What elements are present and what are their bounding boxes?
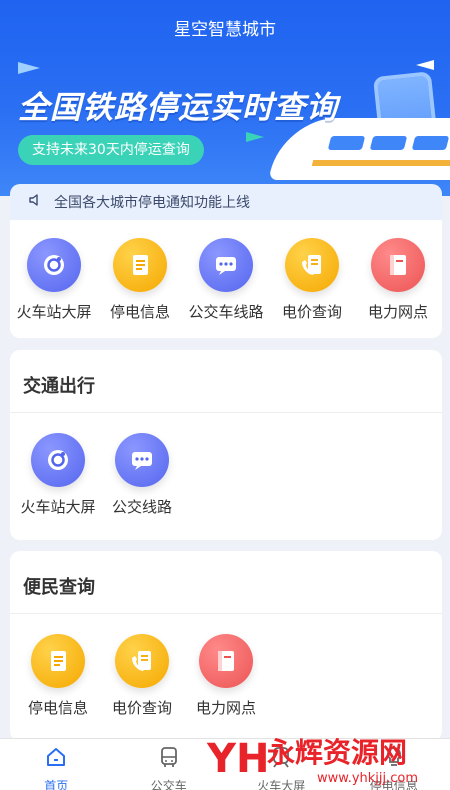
convenience-item-label: 电力网点 [195, 699, 256, 717]
speaker-icon [28, 192, 44, 212]
quick-link-station-screen[interactable]: 火车站大屏 [12, 238, 96, 322]
book-icon [199, 634, 253, 688]
section-title-traffic: 交通出行 [23, 376, 95, 397]
quick-link-label: 火车站大屏 [16, 303, 92, 321]
document-icon [31, 634, 85, 688]
document-icon [113, 238, 167, 292]
book-icon [371, 238, 425, 292]
quick-link-electricity-price[interactable]: 电价查询 [270, 238, 354, 322]
convenience-electricity-price[interactable]: 电价查询 [100, 634, 184, 718]
phone-doc-icon [115, 634, 169, 688]
tab-label: 停电信息 [369, 779, 418, 790]
tab-label: 火车大屏 [257, 779, 306, 790]
camera-icon [27, 238, 81, 292]
tab-home[interactable]: 首页 [0, 739, 113, 790]
convenience-item-label: 停电信息 [27, 699, 88, 717]
convenience-item-label: 电价查询 [111, 699, 172, 717]
traffic-item-label: 公交线路 [111, 498, 172, 516]
quick-link-label: 电力网点 [367, 303, 428, 321]
bulb-icon [382, 745, 406, 773]
tab-power-outage[interactable]: 停电信息 [338, 739, 450, 790]
paper-plane-decoration [416, 60, 434, 70]
phone-doc-icon [285, 238, 339, 292]
convenience-power-outage[interactable]: 停电信息 [16, 634, 100, 718]
banner-subtitle-pill[interactable]: 支持未来30天内停运查询 [18, 135, 204, 165]
quick-link-power-outlets[interactable]: 电力网点 [356, 238, 440, 322]
tab-label: 首页 [44, 779, 69, 790]
train-illustration [268, 118, 450, 180]
chat-icon [199, 238, 253, 292]
header-banner: 星空智慧城市 全国铁路停运实时查询 支持未来30天内停运查询 [0, 0, 450, 196]
tab-bus[interactable]: 公交车 [113, 739, 226, 790]
camera-icon [31, 433, 85, 487]
bottom-tab-bar: 首页 公交车 火车大屏 停电信息 [0, 738, 450, 790]
paper-plane-decoration [18, 62, 40, 74]
convenience-power-outlets[interactable]: 电力网点 [184, 634, 268, 718]
train-icon [269, 745, 293, 773]
traffic-bus-routes[interactable]: 公交线路 [100, 433, 184, 517]
bus-icon [157, 745, 181, 773]
traffic-section: 交通出行 火车站大屏 公交线路 [10, 350, 442, 540]
quick-link-power-outage[interactable]: 停电信息 [98, 238, 182, 322]
app-title: 星空智慧城市 [174, 20, 276, 40]
chat-icon [115, 433, 169, 487]
quick-link-label: 电价查询 [281, 303, 342, 321]
notice-bar[interactable]: 全国各大城市停电通知功能上线 [10, 184, 442, 220]
tab-train-screen[interactable]: 火车大屏 [225, 739, 338, 790]
quick-link-label: 停电信息 [109, 303, 170, 321]
traffic-station-screen[interactable]: 火车站大屏 [16, 433, 100, 517]
notice-text: 全国各大城市停电通知功能上线 [54, 195, 250, 211]
quick-link-bus-routes[interactable]: 公交车线路 [184, 238, 268, 322]
banner-title[interactable]: 全国铁路停运实时查询 [18, 82, 338, 127]
section-title-convenience: 便民查询 [23, 577, 95, 598]
quick-link-label: 公交车线路 [188, 303, 264, 321]
traffic-item-label: 火车站大屏 [20, 498, 96, 516]
convenience-section: 便民查询 停电信息 电价查询 电力网点 [10, 551, 442, 741]
home-icon [44, 745, 68, 773]
quick-links-card: 火车站大屏 停电信息 公交车线路 电价查询 电力网点 [10, 220, 442, 338]
tab-label: 公交车 [150, 779, 187, 790]
paper-plane-decoration [246, 132, 264, 142]
